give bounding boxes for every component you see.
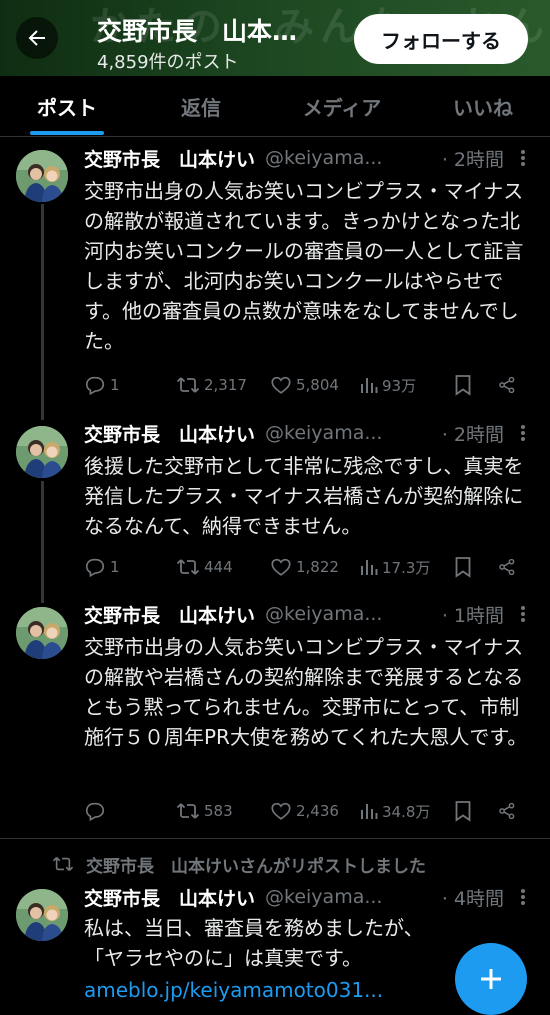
more-vertical-icon[interactable] xyxy=(516,424,530,442)
heart-icon xyxy=(271,802,291,820)
repost-label[interactable]: 交野市長 山本けいさんがリポストしました xyxy=(52,850,426,878)
heart-icon xyxy=(271,376,291,394)
profile-header: かたの みんな かんぱい 交野市長 山本… 4,859件のポスト フォローする xyxy=(0,0,550,76)
more-vertical-icon[interactable] xyxy=(516,149,530,167)
reply-bubble-icon xyxy=(85,802,105,822)
follow-button[interactable]: フォローする xyxy=(354,14,528,64)
bookmark-button[interactable] xyxy=(454,796,476,826)
timestamp[interactable]: · 4時間 xyxy=(442,884,504,911)
tweet-actions: 1 444 1,822 17.3万 xyxy=(84,552,524,582)
views-button[interactable]: 17.3万 xyxy=(360,552,430,582)
avatar[interactable] xyxy=(16,889,68,941)
share-button[interactable] xyxy=(498,370,520,400)
display-name[interactable]: 交野市長 山本けい xyxy=(84,420,255,447)
retweet-count: 583 xyxy=(204,802,233,820)
avatar[interactable] xyxy=(16,607,68,659)
reply-count: 1 xyxy=(110,558,120,576)
retweet-count: 444 xyxy=(204,558,233,576)
reply-button[interactable] xyxy=(84,796,110,826)
tweet-text: 私は、当日、審査員を務めましたが、「ヤラセやのに」は真実です。 xyxy=(84,916,424,970)
more-vertical-icon[interactable] xyxy=(516,888,530,906)
retweet-icon xyxy=(176,803,200,819)
avatar[interactable] xyxy=(16,150,68,202)
display-name[interactable]: 交野市長 山本けい xyxy=(84,884,255,911)
retweet-count: 2,317 xyxy=(204,376,247,394)
reply-button[interactable]: 1 xyxy=(84,370,120,400)
share-icon xyxy=(499,802,515,820)
retweet-button[interactable]: 444 xyxy=(176,552,233,582)
handle[interactable]: @keiyama... xyxy=(265,603,382,625)
like-count: 1,822 xyxy=(296,558,339,576)
back-button[interactable] xyxy=(16,17,58,59)
view-count: 93万 xyxy=(382,376,417,395)
like-count: 5,804 xyxy=(296,376,339,394)
tab-replies[interactable]: 返信 xyxy=(134,76,268,136)
timestamp[interactable]: · 1時間 xyxy=(442,601,504,628)
retweet-icon xyxy=(176,559,200,575)
more-vertical-icon[interactable] xyxy=(516,605,530,623)
bar-chart-icon xyxy=(361,804,378,819)
views-button[interactable]: 34.8万 xyxy=(360,796,430,826)
thread-connector xyxy=(41,204,44,420)
views-button[interactable]: 93万 xyxy=(360,370,416,400)
tab-likes[interactable]: いいね xyxy=(416,76,550,136)
tweet-actions: 1 2,317 5,804 93万 xyxy=(84,370,524,400)
timestamp[interactable]: · 2時間 xyxy=(442,145,504,172)
profile-tabs: ポスト 返信 メディア いいね xyxy=(0,76,550,137)
tweet-text: 後援した交野市として非常に残念ですし、真実を発信したプラス・マイナス岩橋さんが契… xyxy=(84,454,524,538)
tweet-text: 交野市出身の人気お笑いコンビプラス・マイナスの解散や岩橋さんの契約解除まで発展す… xyxy=(84,635,528,749)
bookmark-button[interactable] xyxy=(454,552,476,582)
thread-connector xyxy=(41,481,44,603)
compose-button[interactable] xyxy=(455,943,527,1015)
retweet-button[interactable]: 583 xyxy=(176,796,233,826)
share-button[interactable] xyxy=(498,796,520,826)
post-count: 4,859件のポスト xyxy=(97,52,239,73)
display-name[interactable]: 交野市長 山本けい xyxy=(84,145,255,172)
bookmark-icon xyxy=(455,375,471,396)
share-button[interactable] xyxy=(498,552,520,582)
display-name[interactable]: 交野市長 山本けい xyxy=(84,601,255,628)
view-count: 34.8万 xyxy=(382,802,431,821)
reply-count: 1 xyxy=(110,376,120,394)
bar-chart-icon xyxy=(361,378,378,393)
avatar[interactable] xyxy=(16,426,68,478)
retweet-icon xyxy=(176,377,200,393)
tweet-header: 交野市長 山本けい @keiyama... · 4時間 xyxy=(84,882,534,912)
bookmark-button[interactable] xyxy=(454,370,476,400)
like-button[interactable]: 1,822 xyxy=(270,552,339,582)
tweet-actions: 583 2,436 34.8万 xyxy=(84,796,524,826)
tab-media[interactable]: メディア xyxy=(268,76,416,136)
plus-icon xyxy=(481,969,501,989)
like-button[interactable]: 5,804 xyxy=(270,370,339,400)
handle[interactable]: @keiyama... xyxy=(265,147,382,169)
bar-chart-icon xyxy=(361,560,378,575)
like-count: 2,436 xyxy=(296,802,339,820)
tweet-text: 交野市出身の人気お笑いコンビプラス・マイナスの解散が報道されています。きっかけと… xyxy=(84,179,524,353)
handle[interactable]: @keiyama... xyxy=(265,886,382,908)
tweet-header: 交野市長 山本けい @keiyama... · 2時間 xyxy=(84,143,534,173)
reply-bubble-icon xyxy=(85,376,105,396)
bookmark-icon xyxy=(455,557,471,578)
view-count: 17.3万 xyxy=(382,558,431,577)
tab-posts[interactable]: ポスト xyxy=(0,76,134,136)
profile-title: 交野市長 山本… xyxy=(97,17,298,46)
like-button[interactable]: 2,436 xyxy=(270,796,339,826)
retweet-button[interactable]: 2,317 xyxy=(176,370,247,400)
arrow-left-icon xyxy=(28,30,45,46)
bookmark-icon xyxy=(455,801,471,822)
tweet-header: 交野市長 山本けい @keiyama... · 2時間 xyxy=(84,418,534,448)
timestamp[interactable]: · 2時間 xyxy=(442,420,504,447)
handle[interactable]: @keiyama... xyxy=(265,422,382,444)
share-icon xyxy=(499,376,515,394)
reply-bubble-icon xyxy=(85,558,105,578)
heart-icon xyxy=(271,558,291,576)
active-tab-indicator xyxy=(30,131,104,135)
reply-button[interactable]: 1 xyxy=(84,552,120,582)
tweet-link[interactable]: ameblo.jp/keiyamamoto031... xyxy=(84,975,444,1005)
tweet-header: 交野市長 山本けい @keiyama... · 1時間 xyxy=(84,599,534,629)
retweet-icon xyxy=(52,857,74,871)
divider xyxy=(0,838,550,839)
repost-label-text: 交野市長 山本けいさんがリポストしました xyxy=(86,856,426,877)
share-icon xyxy=(499,558,515,576)
